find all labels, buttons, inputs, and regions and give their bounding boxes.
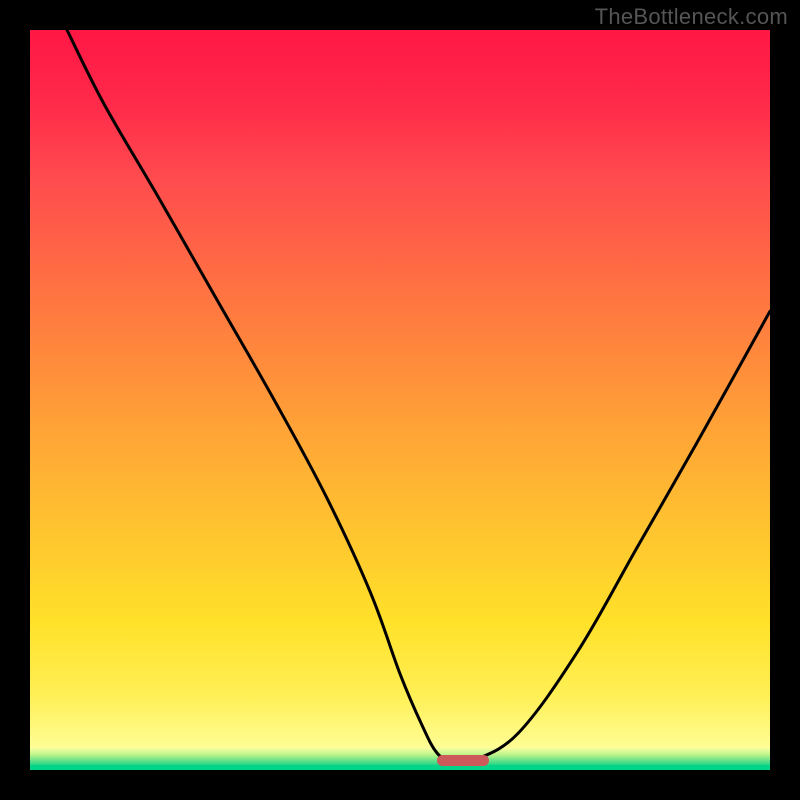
optimal-marker [437,755,489,766]
target-line [30,765,770,770]
chart-frame: TheBottleneck.com [0,0,800,800]
watermark-text: TheBottleneck.com [595,4,788,30]
gradient-background [30,30,770,770]
plot-area [30,30,770,770]
